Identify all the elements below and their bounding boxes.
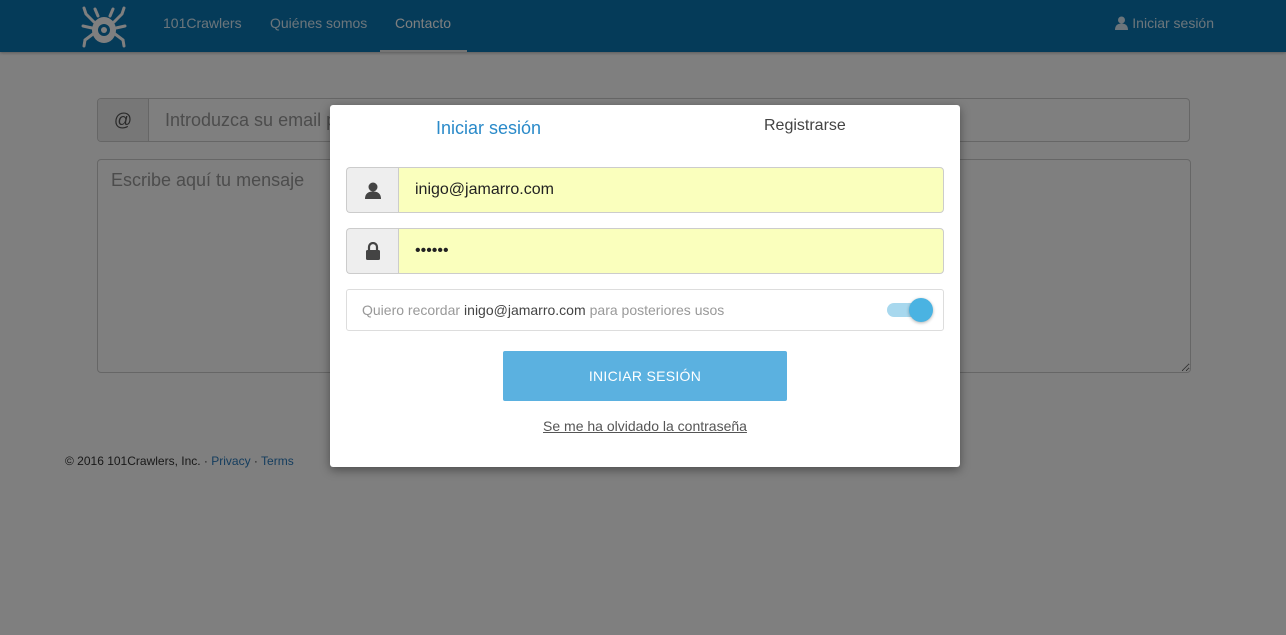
username-input[interactable]	[398, 167, 944, 213]
password-group	[346, 228, 944, 274]
remember-prefix: Quiero recordar	[362, 302, 461, 318]
password-input[interactable]	[398, 228, 944, 274]
lock-icon	[346, 228, 398, 274]
tab-login[interactable]: Iniciar sesión	[436, 118, 541, 139]
username-group	[346, 167, 944, 213]
tab-register[interactable]: Registrarse	[764, 117, 846, 135]
forgot-password-link[interactable]: Se me ha olvidado la contraseña	[543, 418, 747, 434]
remember-email: inigo@jamarro.com	[464, 302, 586, 318]
remember-toggle[interactable]	[887, 298, 933, 322]
login-modal: Iniciar sesión Registrarse Quiero record…	[330, 105, 960, 467]
login-submit-button[interactable]: INICIAR SESIÓN	[503, 351, 787, 401]
remember-suffix: para posteriores usos	[589, 302, 725, 318]
remember-me-row: Quiero recordar inigo@jamarro.com para p…	[346, 289, 944, 331]
forgot-password-row: Se me ha olvidado la contraseña	[330, 418, 960, 434]
user-icon	[346, 167, 398, 213]
toggle-knob	[909, 298, 933, 322]
